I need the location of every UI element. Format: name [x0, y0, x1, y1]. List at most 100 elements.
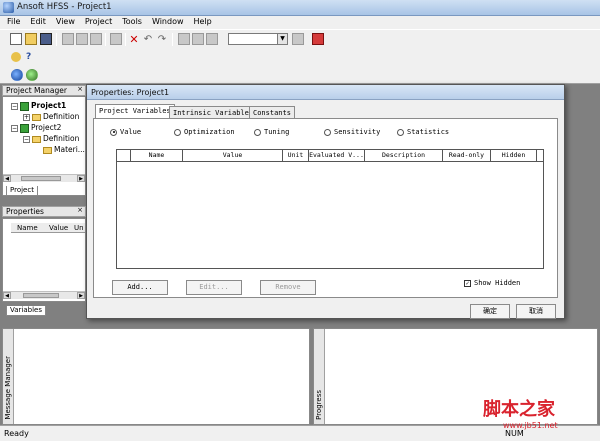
row-selector-header	[117, 150, 131, 162]
col-hidden[interactable]: Hidden	[491, 150, 537, 162]
edit-button[interactable]: Edit...	[186, 280, 242, 295]
close-icon[interactable]: ×	[77, 85, 83, 93]
tree-item-materials[interactable]: Materi...	[43, 145, 85, 154]
menu-view[interactable]: View	[51, 16, 80, 29]
scroll-right-icon[interactable]: ▶	[77, 175, 85, 182]
toolbar-separator	[172, 33, 173, 46]
remove-button[interactable]: Remove	[260, 280, 316, 295]
col-read-only[interactable]: Read-only	[443, 150, 491, 162]
redo-icon[interactable]: ↷	[156, 33, 168, 45]
project-tabstrip: Project	[6, 186, 86, 196]
collapse-icon[interactable]: −	[23, 135, 30, 143]
horizontal-scrollbar[interactable]: ◀ ▶	[3, 291, 85, 299]
menu-window[interactable]: Window	[147, 16, 189, 29]
tree-item-project1[interactable]: − Project1	[11, 101, 66, 111]
window-titlebar: Ansoft HFSS - Project1	[0, 0, 600, 16]
horizontal-scrollbar[interactable]: ◀ ▶	[3, 174, 85, 182]
col-evaluated-value[interactable]: Evaluated V...	[309, 150, 365, 162]
col-description[interactable]: Description	[365, 150, 443, 162]
properties-dialog: Properties: Project1 Project Variables I…	[86, 84, 565, 319]
menu-edit[interactable]: Edit	[25, 16, 51, 29]
properties-title: Properties ×	[2, 206, 86, 217]
cut-icon[interactable]	[62, 33, 74, 45]
menu-project[interactable]: Project	[80, 16, 117, 29]
tree-item-definitions-1[interactable]: + Definition	[23, 112, 79, 121]
folder-icon	[43, 146, 52, 154]
menu-tools[interactable]: Tools	[117, 16, 147, 29]
collapse-icon[interactable]: −	[11, 102, 18, 110]
add-button[interactable]: Add...	[112, 280, 168, 295]
analyze-icon[interactable]	[26, 69, 38, 81]
toolbar-separator	[105, 33, 106, 46]
properties-grid-header: Name Value Un	[11, 223, 85, 233]
ok-button[interactable]: 确定	[470, 304, 510, 319]
close-icon[interactable]: ×	[77, 206, 83, 214]
folder-icon	[32, 113, 41, 121]
grid-icon[interactable]	[292, 33, 304, 45]
properties-grid-panel: Name Value Un ◀ ▶	[2, 218, 86, 302]
report-icon[interactable]	[312, 33, 324, 45]
print-icon[interactable]	[110, 33, 122, 45]
paste-icon[interactable]	[90, 33, 102, 45]
progress-bar-strip: Progress	[314, 329, 325, 424]
radio-tuning[interactable]: Tuning	[254, 128, 289, 136]
radio-icon[interactable]	[254, 128, 261, 136]
move-down-icon[interactable]	[192, 33, 204, 45]
col-name: Name	[17, 224, 38, 232]
key-icon[interactable]	[11, 52, 21, 62]
col-name[interactable]: Name	[131, 150, 183, 162]
radio-icon[interactable]	[174, 128, 181, 136]
tab-project-variables[interactable]: Project Variables	[95, 104, 175, 119]
tab-project[interactable]: Project	[6, 186, 38, 196]
show-hidden-checkbox[interactable]: ✓ Show Hidden	[464, 279, 520, 287]
tree-item-project2[interactable]: − Project2	[11, 123, 61, 133]
scroll-thumb[interactable]	[23, 293, 59, 298]
variables-table[interactable]: Name Value Unit Evaluated V... Descripti…	[116, 149, 544, 269]
menu-file[interactable]: File	[2, 16, 25, 29]
tab-variables[interactable]: Variables	[6, 306, 46, 316]
scroll-left-icon[interactable]: ◀	[3, 175, 11, 182]
scroll-right-icon[interactable]: ▶	[77, 292, 85, 299]
radio-optimization[interactable]: Optimization	[174, 128, 235, 136]
radio-sensitivity[interactable]: Sensitivity	[324, 128, 380, 136]
folder-icon	[32, 135, 41, 143]
menu-bar: File Edit View Project Tools Window Help	[0, 16, 600, 29]
checkmark-icon[interactable]: ✓	[464, 279, 471, 287]
scroll-left-icon[interactable]: ◀	[3, 292, 11, 299]
toolbar-dropdown[interactable]: ▼	[228, 33, 288, 45]
toolbar-separator	[125, 33, 126, 46]
radio-icon[interactable]	[397, 128, 404, 136]
radio-icon[interactable]	[324, 128, 331, 136]
chevron-down-icon[interactable]: ▼	[277, 34, 287, 44]
context-help-icon[interactable]: ?	[25, 51, 37, 63]
window-title: Ansoft HFSS - Project1	[17, 2, 112, 12]
list-icon[interactable]	[206, 33, 218, 45]
menu-help[interactable]: Help	[189, 16, 217, 29]
status-text: Ready	[4, 429, 29, 438]
radio-value[interactable]: Value	[110, 128, 141, 136]
scroll-thumb[interactable]	[21, 176, 61, 181]
expand-icon[interactable]: +	[23, 113, 30, 121]
collapse-icon[interactable]: −	[11, 124, 18, 132]
cancel-button[interactable]: 取消	[516, 304, 556, 319]
simulation-toolbar	[0, 66, 600, 84]
tree-item-definitions-2[interactable]: − Definition	[23, 134, 79, 143]
progress-label: Progress	[315, 390, 323, 420]
help-toolbar: ?	[0, 48, 600, 66]
new-file-icon[interactable]	[10, 33, 22, 45]
radio-statistics[interactable]: Statistics	[397, 128, 449, 136]
copy-icon[interactable]	[76, 33, 88, 45]
delete-icon[interactable]: ✕	[128, 33, 140, 45]
open-folder-icon[interactable]	[25, 33, 37, 45]
hfss-app-icon	[3, 2, 14, 13]
project-manager-title: Project Manager ×	[2, 85, 86, 96]
validate-icon[interactable]	[11, 69, 23, 81]
col-unit[interactable]: Unit	[283, 150, 309, 162]
save-icon[interactable]	[40, 33, 52, 45]
variables-table-header: Name Value Unit Evaluated V... Descripti…	[117, 150, 543, 162]
undo-icon[interactable]: ↶	[142, 33, 154, 45]
properties-tabstrip: Variables	[6, 306, 86, 316]
col-value[interactable]: Value	[183, 150, 283, 162]
radio-selected-icon[interactable]	[110, 128, 117, 136]
move-up-icon[interactable]	[178, 33, 190, 45]
